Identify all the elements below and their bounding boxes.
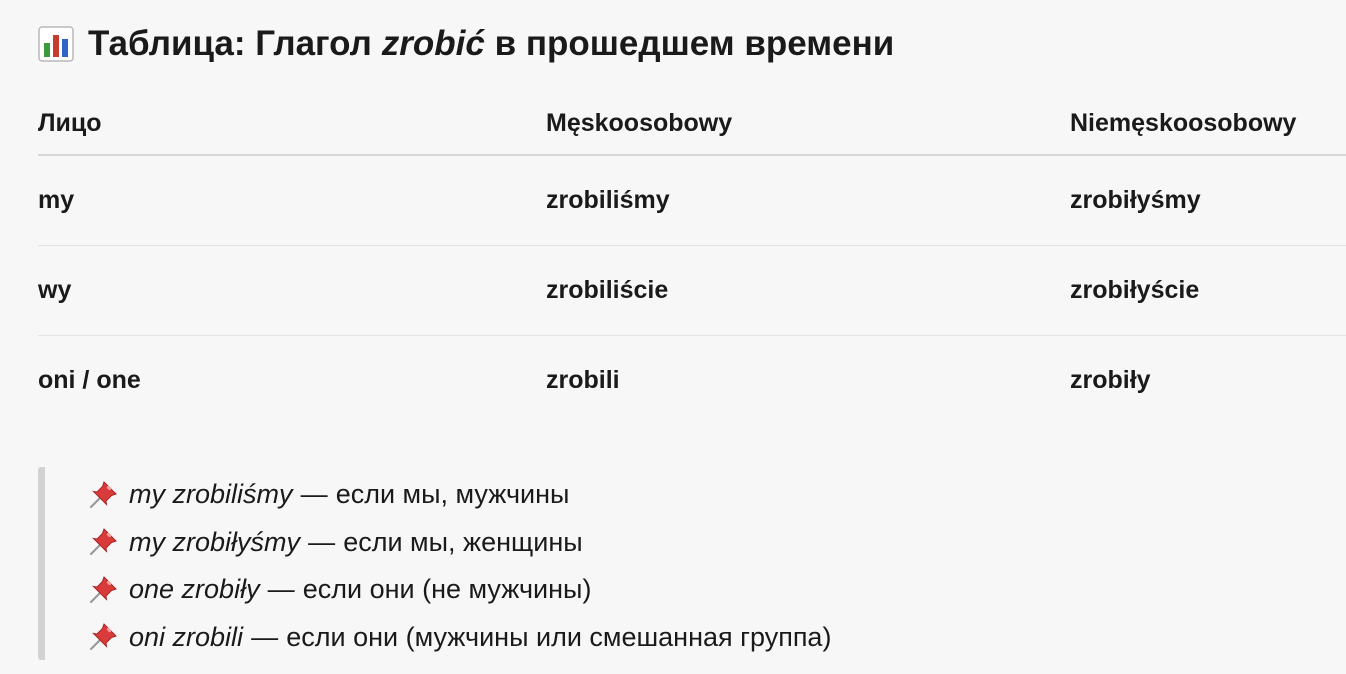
person-cell: wy <box>38 245 546 336</box>
page: Таблица: Глагол zrobić в прошедшем времени… <box>0 0 1346 674</box>
note-explanation: если они (мужчины или смешанная группа) <box>286 621 832 652</box>
table-header-row: Лицо Męskoosobowy Niemęskoosobowy <box>38 92 1346 156</box>
title-suffix: в прошедшем времени <box>494 24 895 63</box>
pushpin-icon <box>87 621 119 653</box>
note-item: one zrobiły — если они (не мужчины) <box>87 566 998 614</box>
note-phrase: my zrobiliśmy <box>129 479 293 510</box>
masculine-personal-cell: zrobili <box>546 365 620 394</box>
title-verb: zrobić <box>381 24 485 63</box>
note-dash: — <box>251 621 279 652</box>
page-title: Таблица: Глагол zrobić в прошедшем времени <box>38 20 894 68</box>
masculine-personal-cell: zrobiliście <box>546 245 1070 336</box>
usage-notes: my zrobiliśmy — если мы, мужчины my zrobił… <box>38 467 998 660</box>
pushpin-icon <box>87 574 119 606</box>
title-prefix: Таблица: Глагол <box>88 24 372 63</box>
note-dash: — <box>308 526 336 557</box>
note-explanation: если мы, мужчины <box>335 479 570 510</box>
non-masculine-personal-cell: zrobiły <box>1070 365 1151 394</box>
pushpin-icon <box>87 479 119 511</box>
non-masculine-personal-cell: zrobiłyście <box>1070 245 1346 336</box>
person-cell: oni / one <box>38 365 141 394</box>
table-row: my zrobiliśmy zrobiłyśmy <box>38 155 1346 246</box>
table-row: wy zrobiliście zrobiłyście <box>38 245 1346 336</box>
note-explanation: если они (не мужчины) <box>302 574 592 605</box>
note-phrase: my zrobiłyśmy <box>129 526 301 557</box>
column-header-person: Лицо <box>38 92 546 156</box>
note-dash: — <box>300 479 328 510</box>
note-dash: — <box>267 574 295 605</box>
note-phrase: oni zrobili <box>129 621 244 652</box>
note-item: my zrobiliśmy — если мы, мужчины <box>87 471 998 519</box>
non-masculine-personal-cell: zrobiłyśmy <box>1070 155 1346 246</box>
bar-chart-icon <box>38 26 74 62</box>
person-cell: my <box>38 155 546 246</box>
table-row: oni / one zrobili zrobiły <box>38 335 1346 425</box>
note-item: oni zrobili — если они (мужчины или смешан… <box>87 614 998 662</box>
conjugation-table: Лицо Męskoosobowy Niemęskoosobowy my zro… <box>38 92 1346 425</box>
note-item: my zrobiłyśmy — если мы, женщины <box>87 519 998 567</box>
pushpin-icon <box>87 526 119 558</box>
note-phrase: one zrobiły <box>129 574 260 605</box>
note-explanation: если мы, женщины <box>343 526 583 557</box>
column-header-masculine-personal: Męskoosobowy <box>546 92 1070 156</box>
column-header-non-masculine-personal: Niemęskoosobowy <box>1070 92 1346 156</box>
masculine-personal-cell: zrobiliśmy <box>546 155 1070 246</box>
